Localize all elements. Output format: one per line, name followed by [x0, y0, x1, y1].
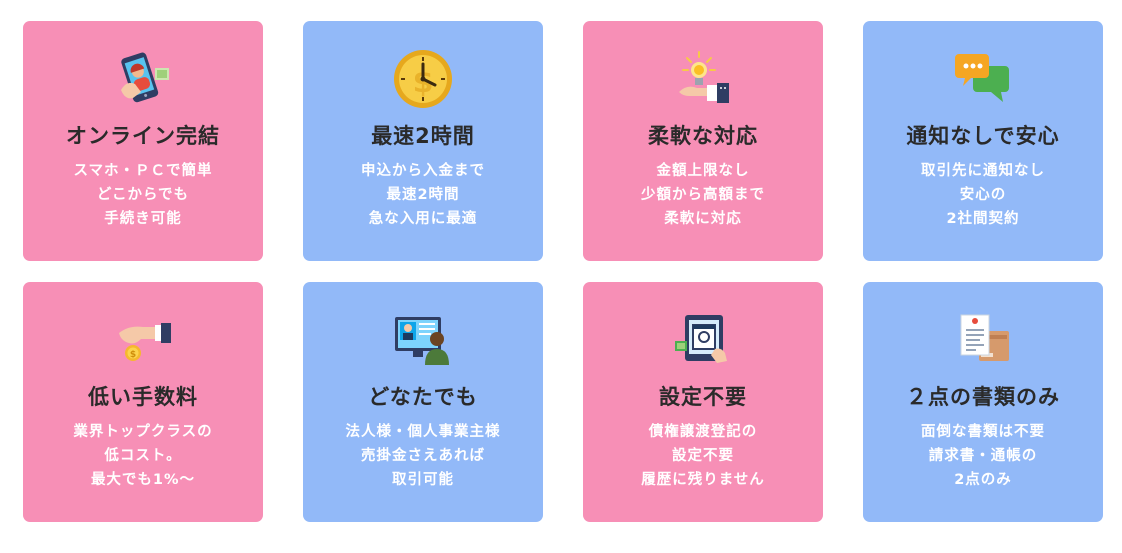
card-description-line: 法人様・個人事業主様: [345, 424, 501, 440]
card-description-line: 最速2時間: [386, 187, 460, 203]
card-description-line: 業界トップクラスの: [73, 424, 213, 440]
hand-coin-icon: $: [111, 309, 175, 371]
card-description-line: 低コスト。: [104, 448, 182, 464]
chat-bubbles-icon: [951, 48, 1015, 110]
svg-text:$: $: [130, 350, 136, 360]
feature-card-speed: $ 最速2時間 申込から入金まで 最速2時間 急な入用に最適: [303, 21, 543, 261]
feature-card-no-setup: 設定不要 債権譲渡登記の 設定不要 履歴に残りません: [583, 282, 823, 522]
card-description-line: 最大でも1%〜: [90, 472, 196, 488]
smartphone-operator-icon: [111, 48, 175, 110]
card-description: 業界トップクラスの 低コスト。 最大でも1%〜: [73, 420, 212, 492]
card-description-line: 売掛金さえあれば: [361, 448, 485, 464]
card-description-line: 請求書・通帳の: [928, 448, 1038, 464]
feature-card-flexible: 柔軟な対応 金額上限なし 少額から高額まで 柔軟に対応: [583, 21, 823, 261]
feature-grid: オンライン完結 スマホ・ＰＣで簡単 どこからでも 手続き可能 $ 最速2時間 申…: [23, 21, 1103, 522]
clock-icon: $: [391, 48, 455, 110]
feature-card-online: オンライン完結 スマホ・ＰＣで簡単 どこからでも 手続き可能: [23, 21, 263, 261]
card-title: 柔軟な対応: [648, 124, 758, 148]
video-call-icon: [391, 309, 455, 371]
card-title: 低い手数料: [88, 385, 198, 409]
card-description-line: 債権譲渡登記の: [648, 424, 758, 440]
card-description: 取引先に通知なし 安心の 2社間契約: [921, 159, 1045, 231]
feature-card-no-notice: 通知なしで安心 取引先に通知なし 安心の 2社間契約: [863, 21, 1103, 261]
card-description-line: 面倒な書類は不要: [921, 424, 1045, 440]
feature-card-low-fee: $ 低い手数料 業界トップクラスの 低コスト。 最大でも1%〜: [23, 282, 263, 522]
card-description: 債権譲渡登記の 設定不要 履歴に残りません: [641, 420, 765, 492]
card-description: 面倒な書類は不要 請求書・通帳の 2点のみ: [921, 420, 1045, 492]
card-description-line: 金額上限なし: [656, 163, 750, 179]
card-description-line: 履歴に残りません: [641, 472, 765, 488]
card-title: 設定不要: [659, 385, 747, 409]
card-title: 通知なしで安心: [906, 124, 1060, 148]
card-description-line: 2点のみ: [954, 472, 1012, 488]
card-description-line: 申込から入金まで: [361, 163, 485, 179]
card-title: どなたでも: [368, 385, 478, 409]
card-description-line: 安心の: [959, 187, 1007, 203]
card-description-line: 設定不要: [671, 448, 734, 464]
card-title: オンライン完結: [66, 124, 220, 148]
documents-icon: [951, 309, 1015, 371]
card-description-line: 取引先に通知なし: [921, 163, 1045, 179]
card-description: スマホ・ＰＣで簡単 どこからでも 手続き可能: [73, 159, 212, 231]
card-title: 最速2時間: [371, 124, 475, 148]
card-description-line: スマホ・ＰＣで簡単: [73, 163, 213, 179]
card-description-line: 柔軟に対応: [664, 211, 742, 227]
feature-card-two-documents: ２点の書類のみ 面倒な書類は不要 請求書・通帳の 2点のみ: [863, 282, 1103, 522]
card-description-line: 急な入用に最適: [368, 211, 478, 227]
card-description-line: 少額から高額まで: [641, 187, 765, 203]
card-description-line: 2社間契約: [946, 211, 1020, 227]
feature-card-anyone: どなたでも 法人様・個人事業主様 売掛金さえあれば 取引可能: [303, 282, 543, 522]
tablet-hand-icon: [671, 309, 735, 371]
card-description-line: 取引可能: [392, 472, 454, 488]
lightbulb-hand-icon: [671, 48, 735, 110]
card-description-line: どこからでも: [96, 187, 190, 203]
card-description: 金額上限なし 少額から高額まで 柔軟に対応: [641, 159, 765, 231]
card-title: ２点の書類のみ: [906, 385, 1060, 409]
card-description-line: 手続き可能: [104, 211, 182, 227]
card-description: 法人様・個人事業主様 売掛金さえあれば 取引可能: [346, 420, 501, 492]
card-description: 申込から入金まで 最速2時間 急な入用に最適: [361, 159, 485, 231]
